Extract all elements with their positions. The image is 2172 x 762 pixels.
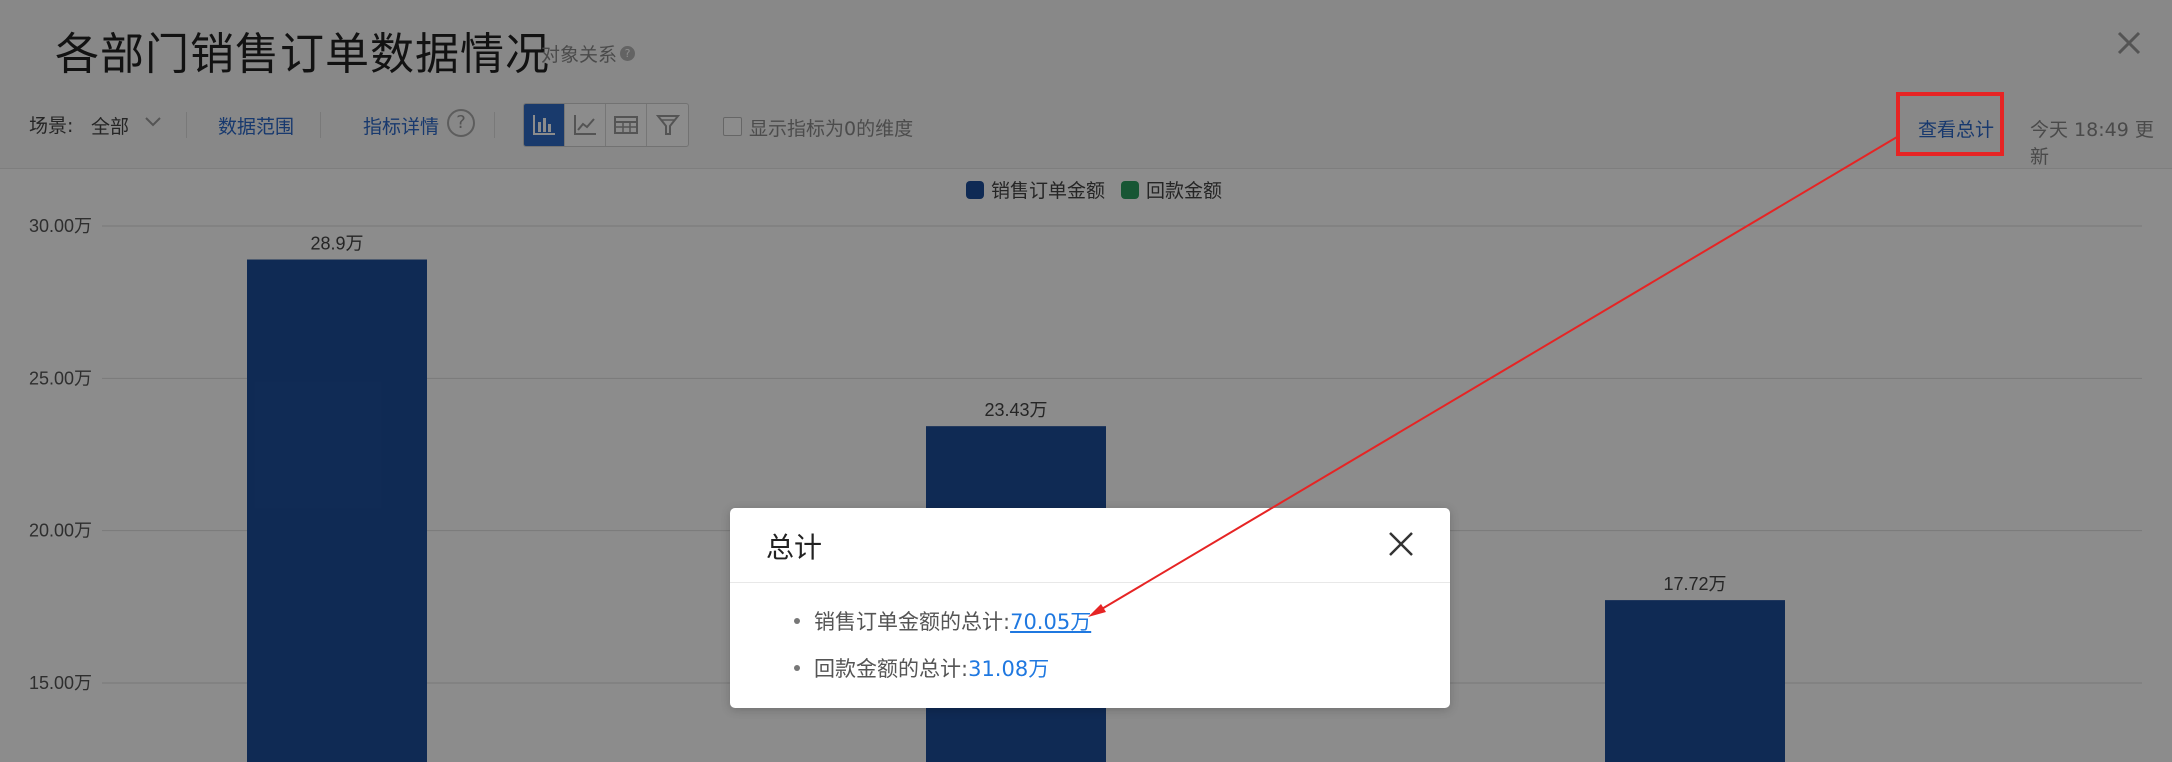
modal-header: 总计 <box>730 508 1450 583</box>
bullet <box>794 618 800 624</box>
bullet <box>794 665 800 671</box>
summary-value-payment[interactable]: 31.08万 <box>968 653 1049 683</box>
highlight-annotation <box>1896 92 2004 156</box>
modal-title: 总计 <box>766 531 823 564</box>
summary-label-sales: 销售订单金额的总计: <box>814 610 1011 634</box>
summary-label-payment: 回款金额的总计: <box>814 657 969 681</box>
summary-item: 销售订单金额的总计: 70.05万 <box>794 606 1091 636</box>
total-modal: 总计 销售订单金额的总计: 70.05万 回款金额的总计: 31.08万 <box>730 508 1450 708</box>
summary-value-sales[interactable]: 70.05万 <box>1010 606 1091 636</box>
close-icon[interactable] <box>1385 528 1417 560</box>
summary-item: 回款金额的总计: 31.08万 <box>794 653 1049 683</box>
page: 各部门销售订单数据情况 对象关系 ? 场景: 全部 数据范围 指标详情 ? 显示… <box>0 0 2172 762</box>
